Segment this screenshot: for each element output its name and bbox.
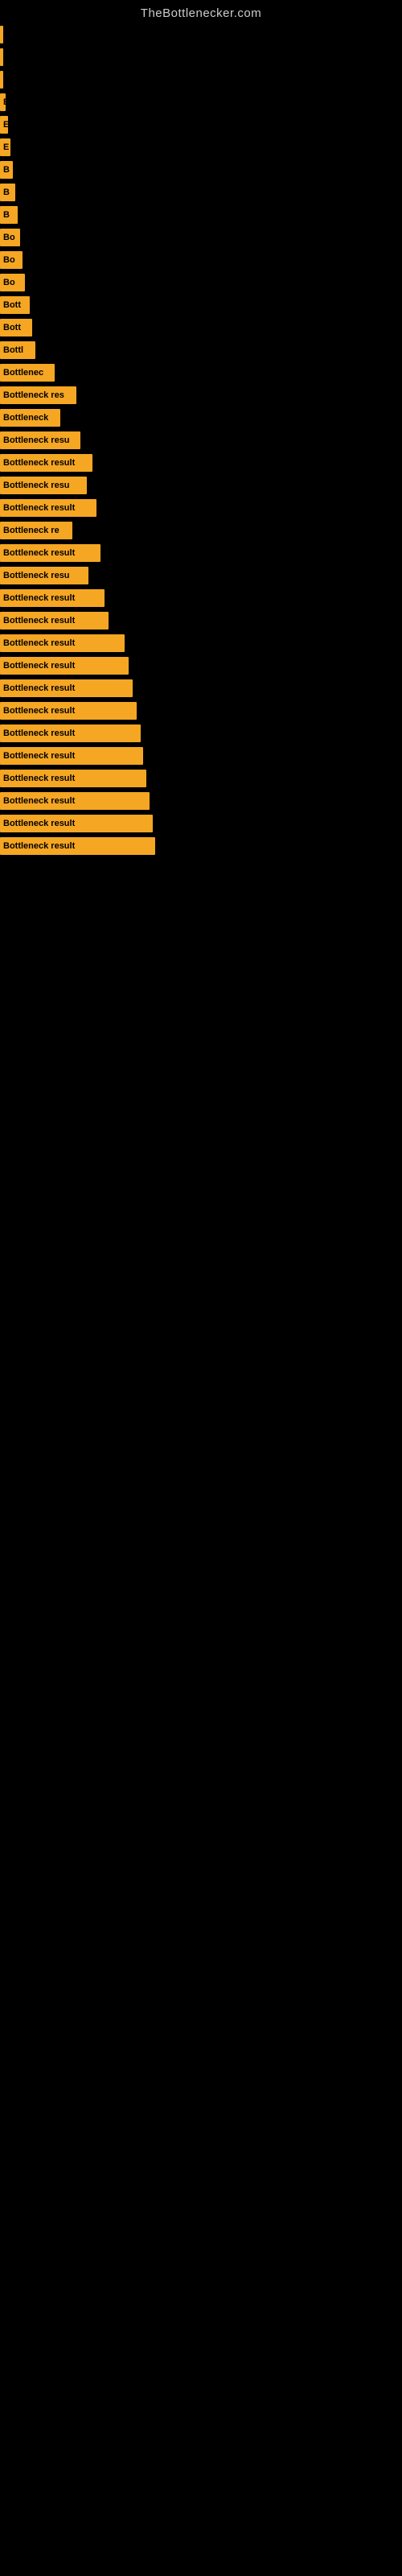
- bar-item: B: [0, 206, 18, 224]
- chart-row: Bott: [0, 316, 402, 339]
- bar-item: E: [0, 116, 8, 134]
- chart-row: [0, 23, 402, 46]
- bar-item: Bo: [0, 251, 23, 269]
- bar-item: Bottleneck result: [0, 679, 133, 697]
- chart-row: E: [0, 136, 402, 159]
- chart-row: Bottleneck result: [0, 677, 402, 700]
- chart-row: Bottleneck re: [0, 519, 402, 542]
- chart-row: Bottleneck resu: [0, 474, 402, 497]
- chart-row: Bottleneck result: [0, 722, 402, 745]
- bar-item: Bottleneck result: [0, 837, 155, 855]
- bar-item: E: [0, 138, 10, 156]
- bar-item: Bottleneck re: [0, 522, 72, 539]
- chart-container: EEEBBBBoBoBoBottBottBottlBottlenecBottle…: [0, 23, 402, 857]
- bar-item: Bottleneck resu: [0, 477, 87, 494]
- chart-row: Bottleneck: [0, 407, 402, 429]
- chart-row: Bottleneck result: [0, 654, 402, 677]
- chart-row: Bottleneck result: [0, 790, 402, 812]
- bar-item: [0, 71, 3, 89]
- chart-row: Bottleneck result: [0, 745, 402, 767]
- bar-item: Bottleneck result: [0, 792, 150, 810]
- bar-item: B: [0, 184, 15, 201]
- bar-item: Bottleneck result: [0, 454, 92, 472]
- chart-row: Bottleneck result: [0, 587, 402, 609]
- bar-item: Bottleneck result: [0, 634, 125, 652]
- chart-row: Bottl: [0, 339, 402, 361]
- chart-row: Bottlenec: [0, 361, 402, 384]
- chart-row: Bottleneck result: [0, 812, 402, 835]
- bar-item: E: [0, 93, 6, 111]
- bar-item: Bottleneck: [0, 409, 60, 427]
- bar-item: Bottleneck result: [0, 747, 143, 765]
- chart-row: Bo: [0, 271, 402, 294]
- chart-row: B: [0, 181, 402, 204]
- bar-item: Bott: [0, 296, 30, 314]
- bar-item: Bottlenec: [0, 364, 55, 382]
- bar-item: [0, 48, 3, 66]
- site-title: TheBottlenecker.com: [0, 0, 402, 23]
- bar-item: Bottleneck result: [0, 724, 141, 742]
- chart-row: Bottleneck result: [0, 700, 402, 722]
- chart-row: Bottleneck result: [0, 632, 402, 654]
- chart-row: Bottleneck result: [0, 452, 402, 474]
- chart-row: Bottleneck res: [0, 384, 402, 407]
- bar-item: Bottleneck result: [0, 815, 153, 832]
- chart-row: Bottleneck result: [0, 609, 402, 632]
- chart-row: B: [0, 204, 402, 226]
- chart-row: B: [0, 159, 402, 181]
- bar-item: Bottleneck result: [0, 657, 129, 675]
- bar-item: Bottleneck result: [0, 499, 96, 517]
- bar-item: B: [0, 161, 13, 179]
- chart-row: Bottleneck result: [0, 542, 402, 564]
- chart-row: Bottleneck result: [0, 497, 402, 519]
- bar-item: Bo: [0, 274, 25, 291]
- bar-item: Bottleneck result: [0, 612, 109, 630]
- bar-item: Bottleneck result: [0, 589, 105, 607]
- chart-row: Bottleneck resu: [0, 429, 402, 452]
- bar-item: Bottleneck result: [0, 770, 146, 787]
- bar-item: Bottleneck result: [0, 702, 137, 720]
- bar-item: Bott: [0, 319, 32, 336]
- bar-item: Bottl: [0, 341, 35, 359]
- bar-item: Bottleneck resu: [0, 567, 88, 584]
- chart-row: Bottleneck result: [0, 767, 402, 790]
- chart-row: Bottleneck resu: [0, 564, 402, 587]
- bar-item: Bottleneck result: [0, 544, 100, 562]
- chart-row: Bo: [0, 249, 402, 271]
- bar-item: [0, 26, 3, 43]
- bar-item: Bottleneck resu: [0, 431, 80, 449]
- chart-row: [0, 46, 402, 68]
- chart-row: E: [0, 114, 402, 136]
- bar-item: Bo: [0, 229, 20, 246]
- chart-row: Bottleneck result: [0, 835, 402, 857]
- chart-row: Bo: [0, 226, 402, 249]
- bar-item: Bottleneck res: [0, 386, 76, 404]
- chart-row: [0, 68, 402, 91]
- chart-row: Bott: [0, 294, 402, 316]
- chart-row: E: [0, 91, 402, 114]
